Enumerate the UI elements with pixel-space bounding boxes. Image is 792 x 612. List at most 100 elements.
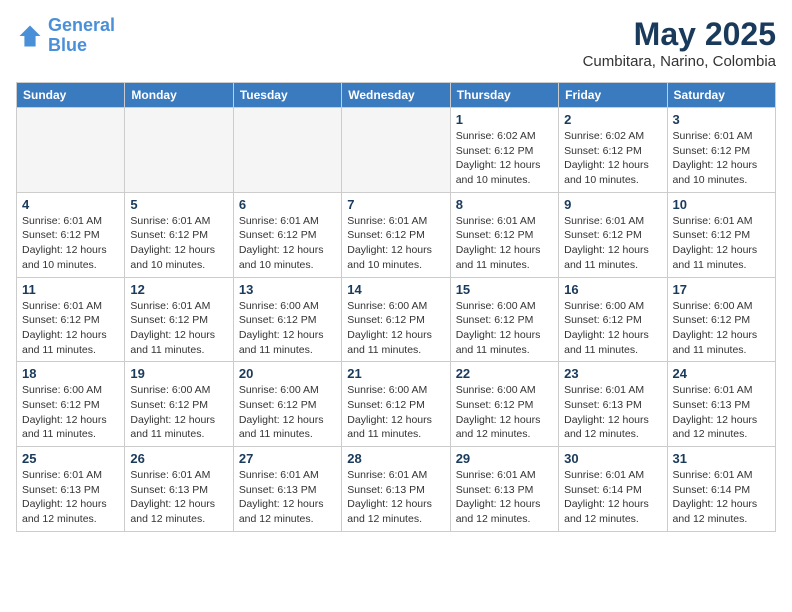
logo: General Blue — [16, 16, 115, 56]
day-info: Sunrise: 6:01 AM Sunset: 6:13 PM Dayligh… — [456, 468, 553, 527]
day-info: Sunrise: 6:01 AM Sunset: 6:12 PM Dayligh… — [130, 214, 227, 273]
logo-text-line1: General — [48, 16, 115, 36]
day-info: Sunrise: 6:01 AM Sunset: 6:14 PM Dayligh… — [564, 468, 661, 527]
day-info: Sunrise: 6:00 AM Sunset: 6:12 PM Dayligh… — [239, 299, 336, 358]
calendar-cell: 3 Sunrise: 6:01 AM Sunset: 6:12 PM Daylig… — [667, 108, 775, 193]
day-info: Sunrise: 6:01 AM Sunset: 6:12 PM Dayligh… — [456, 214, 553, 273]
calendar-cell: 22 Sunrise: 6:00 AM Sunset: 6:12 PM Dayli… — [450, 362, 558, 447]
day-number: 30 — [564, 451, 661, 466]
page-header: General Blue May 2025 Cumbitara, Narino,… — [16, 16, 776, 70]
day-info: Sunrise: 6:00 AM Sunset: 6:12 PM Dayligh… — [347, 299, 444, 358]
day-info: Sunrise: 6:00 AM Sunset: 6:12 PM Dayligh… — [239, 383, 336, 442]
calendar-cell: 6Sunrise: 6:01 AM Sunset: 6:12 PM Daylig… — [233, 192, 341, 277]
calendar-header-tuesday: Tuesday — [233, 83, 341, 108]
day-number: 8 — [456, 197, 553, 212]
calendar-cell: 15 Sunrise: 6:00 AM Sunset: 6:12 PM Dayli… — [450, 277, 558, 362]
day-number: 9 — [564, 197, 661, 212]
day-info: Sunrise: 6:00 AM Sunset: 6:12 PM Dayligh… — [130, 383, 227, 442]
day-info: Sunrise: 6:00 AM Sunset: 6:12 PM Dayligh… — [456, 383, 553, 442]
calendar-cell: 17 Sunrise: 6:00 AM Sunset: 6:12 PM Dayli… — [667, 277, 775, 362]
calendar-header-sunday: Sunday — [17, 83, 125, 108]
calendar-cell: 27 Sunrise: 6:01 AM Sunset: 6:13 PM Dayli… — [233, 447, 341, 532]
day-info: Sunrise: 6:01 AM Sunset: 6:12 PM Dayligh… — [22, 214, 119, 273]
day-number: 11 — [22, 282, 119, 297]
calendar-cell: 5 Sunrise: 6:01 AM Sunset: 6:12 PM Daylig… — [125, 192, 233, 277]
calendar-cell: 26 Sunrise: 6:01 AM Sunset: 6:13 PM Dayli… — [125, 447, 233, 532]
day-info: Sunrise: 6:01 AM Sunset: 6:13 PM Dayligh… — [347, 468, 444, 527]
calendar-cell: 16 Sunrise: 6:00 AM Sunset: 6:12 PM Dayli… — [559, 277, 667, 362]
calendar-cell — [17, 108, 125, 193]
day-number: 18 — [22, 366, 119, 381]
day-number: 15 — [456, 282, 553, 297]
day-number: 21 — [347, 366, 444, 381]
calendar-cell: 25 Sunrise: 6:01 AM Sunset: 6:13 PM Dayli… — [17, 447, 125, 532]
day-number: 14 — [347, 282, 444, 297]
day-number: 27 — [239, 451, 336, 466]
day-number: 13 — [239, 282, 336, 297]
day-info: Sunrise: 6:01 AM Sunset: 6:12 PM Dayligh… — [130, 299, 227, 358]
calendar-cell: 18 Sunrise: 6:00 AM Sunset: 6:12 PM Dayli… — [17, 362, 125, 447]
day-info: Sunrise: 6:00 AM Sunset: 6:12 PM Dayligh… — [347, 383, 444, 442]
day-number: 29 — [456, 451, 553, 466]
day-number: 24 — [673, 366, 770, 381]
calendar-cell: 31 Sunrise: 6:01 AM Sunset: 6:14 PM Dayli… — [667, 447, 775, 532]
day-number: 10 — [673, 197, 770, 212]
day-info: Sunrise: 6:01 AM Sunset: 6:12 PM Dayligh… — [564, 214, 661, 273]
logo-icon — [16, 22, 44, 50]
calendar-header-thursday: Thursday — [450, 83, 558, 108]
calendar-header-monday: Monday — [125, 83, 233, 108]
day-info: Sunrise: 6:01 AM Sunset: 6:12 PM Dayligh… — [673, 214, 770, 273]
calendar-cell: 13 Sunrise: 6:00 AM Sunset: 6:12 PM Dayli… — [233, 277, 341, 362]
day-info: Sunrise: 6:01 AM Sunset: 6:12 PM Dayligh… — [673, 129, 770, 188]
calendar-week-4: 18 Sunrise: 6:00 AM Sunset: 6:12 PM Dayli… — [17, 362, 776, 447]
day-info: Sunrise: 6:01 AM Sunset: 6:13 PM Dayligh… — [22, 468, 119, 527]
day-info: Sunrise: 6:00 AM Sunset: 6:12 PM Dayligh… — [456, 299, 553, 358]
calendar-cell: 30 Sunrise: 6:01 AM Sunset: 6:14 PM Dayli… — [559, 447, 667, 532]
day-number: 7 — [347, 197, 444, 212]
calendar-week-3: 11 Sunrise: 6:01 AM Sunset: 6:12 PM Dayli… — [17, 277, 776, 362]
day-info: Sunrise: 6:01 AM Sunset: 6:14 PM Dayligh… — [673, 468, 770, 527]
day-info: Sunrise: 6:02 AM Sunset: 6:12 PM Dayligh… — [456, 129, 553, 188]
day-number: 23 — [564, 366, 661, 381]
day-number: 26 — [130, 451, 227, 466]
calendar-cell: 1 Sunrise: 6:02 AM Sunset: 6:12 PM Daylig… — [450, 108, 558, 193]
calendar-header-row: SundayMondayTuesdayWednesdayThursdayFrid… — [17, 83, 776, 108]
day-info: Sunrise: 6:00 AM Sunset: 6:12 PM Dayligh… — [22, 383, 119, 442]
calendar-cell: 2 Sunrise: 6:02 AM Sunset: 6:12 PM Daylig… — [559, 108, 667, 193]
calendar-cell: 4Sunrise: 6:01 AM Sunset: 6:12 PM Daylig… — [17, 192, 125, 277]
calendar-cell: 24 Sunrise: 6:01 AM Sunset: 6:13 PM Dayli… — [667, 362, 775, 447]
month-year: May 2025 — [583, 16, 776, 53]
day-number: 6 — [239, 197, 336, 212]
day-info: Sunrise: 6:00 AM Sunset: 6:12 PM Dayligh… — [673, 299, 770, 358]
title-block: May 2025 Cumbitara, Narino, Colombia — [583, 16, 776, 70]
calendar-cell: 8 Sunrise: 6:01 AM Sunset: 6:12 PM Daylig… — [450, 192, 558, 277]
day-info: Sunrise: 6:01 AM Sunset: 6:13 PM Dayligh… — [564, 383, 661, 442]
calendar-header-saturday: Saturday — [667, 83, 775, 108]
calendar-cell: 28 Sunrise: 6:01 AM Sunset: 6:13 PM Dayli… — [342, 447, 450, 532]
day-number: 3 — [673, 112, 770, 127]
day-number: 5 — [130, 197, 227, 212]
day-info: Sunrise: 6:01 AM Sunset: 6:13 PM Dayligh… — [239, 468, 336, 527]
day-info: Sunrise: 6:00 AM Sunset: 6:12 PM Dayligh… — [564, 299, 661, 358]
day-number: 1 — [456, 112, 553, 127]
day-number: 28 — [347, 451, 444, 466]
day-info: Sunrise: 6:01 AM Sunset: 6:12 PM Dayligh… — [22, 299, 119, 358]
day-info: Sunrise: 6:01 AM Sunset: 6:12 PM Dayligh… — [347, 214, 444, 273]
calendar-cell — [233, 108, 341, 193]
calendar-cell: 12Sunrise: 6:01 AM Sunset: 6:12 PM Dayli… — [125, 277, 233, 362]
day-info: Sunrise: 6:02 AM Sunset: 6:12 PM Dayligh… — [564, 129, 661, 188]
calendar-header-friday: Friday — [559, 83, 667, 108]
calendar-cell: 23 Sunrise: 6:01 AM Sunset: 6:13 PM Dayli… — [559, 362, 667, 447]
calendar-header-wednesday: Wednesday — [342, 83, 450, 108]
calendar-cell: 19Sunrise: 6:00 AM Sunset: 6:12 PM Dayli… — [125, 362, 233, 447]
day-info: Sunrise: 6:01 AM Sunset: 6:13 PM Dayligh… — [130, 468, 227, 527]
day-number: 31 — [673, 451, 770, 466]
day-info: Sunrise: 6:01 AM Sunset: 6:13 PM Dayligh… — [673, 383, 770, 442]
day-number: 16 — [564, 282, 661, 297]
logo-text-line2: Blue — [48, 36, 115, 56]
day-number: 22 — [456, 366, 553, 381]
day-number: 17 — [673, 282, 770, 297]
day-number: 25 — [22, 451, 119, 466]
day-number: 2 — [564, 112, 661, 127]
calendar-cell: 11 Sunrise: 6:01 AM Sunset: 6:12 PM Dayli… — [17, 277, 125, 362]
